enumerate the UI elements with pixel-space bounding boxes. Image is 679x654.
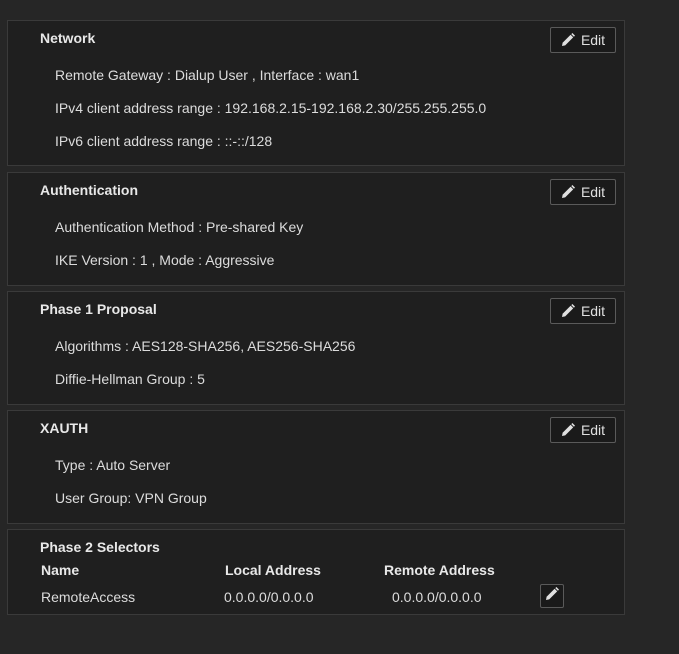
pencil-icon	[561, 304, 575, 318]
column-header-remote-address: Remote Address	[384, 562, 495, 578]
authentication-title: Authentication	[40, 182, 138, 198]
edit-label: Edit	[580, 303, 606, 319]
network-edit-button[interactable]: Edit	[550, 27, 616, 53]
phase1-title: Phase 1 Proposal	[40, 301, 157, 317]
xauth-type-text: Type : Auto Server	[55, 457, 171, 473]
phase2-section: Phase 2 Selectors Name Local Address Rem…	[7, 529, 625, 615]
row-name: RemoteAccess	[41, 589, 136, 605]
row-local-address: 0.0.0.0/0.0.0.0	[224, 589, 314, 605]
column-header-name: Name	[41, 562, 80, 578]
edit-label: Edit	[580, 184, 606, 200]
authentication-edit-button[interactable]: Edit	[550, 179, 616, 205]
ike-version-text: IKE Version : 1 , Mode : Aggressive	[55, 252, 275, 268]
network-title: Network	[40, 30, 96, 46]
phase1-edit-button[interactable]: Edit	[550, 298, 616, 324]
xauth-title: XAUTH	[40, 420, 89, 436]
pencil-icon	[561, 423, 575, 437]
edit-label: Edit	[580, 422, 606, 438]
algorithms-text: Algorithms : AES128-SHA256, AES256-SHA25…	[55, 338, 356, 354]
xauth-section: XAUTH Edit Type : Auto Server User Group…	[7, 410, 625, 524]
pencil-icon	[561, 185, 575, 199]
pencil-icon	[561, 33, 575, 47]
edit-label: Edit	[580, 32, 606, 48]
ipv6-range-text: IPv6 client address range : ::-::/128	[55, 133, 273, 149]
auth-method-text: Authentication Method : Pre-shared Key	[55, 219, 304, 235]
column-header-local-address: Local Address	[225, 562, 321, 578]
network-section: Network Edit Remote Gateway : Dialup Use…	[7, 20, 625, 166]
dh-group-text: Diffie-Hellman Group : 5	[55, 371, 205, 387]
xauth-edit-button[interactable]: Edit	[550, 417, 616, 443]
remote-gateway-text: Remote Gateway : Dialup User , Interface…	[55, 67, 360, 83]
phase1-section: Phase 1 Proposal Edit Algorithms : AES12…	[7, 291, 625, 405]
pencil-icon	[545, 586, 559, 606]
user-group-text: User Group: VPN Group	[55, 490, 207, 506]
authentication-section: Authentication Edit Authentication Metho…	[7, 172, 625, 286]
row-remote-address: 0.0.0.0/0.0.0.0	[392, 589, 482, 605]
ipv4-range-text: IPv4 client address range : 192.168.2.15…	[55, 100, 487, 116]
phase2-title: Phase 2 Selectors	[40, 539, 160, 555]
phase2-row-edit-button[interactable]	[540, 584, 564, 608]
